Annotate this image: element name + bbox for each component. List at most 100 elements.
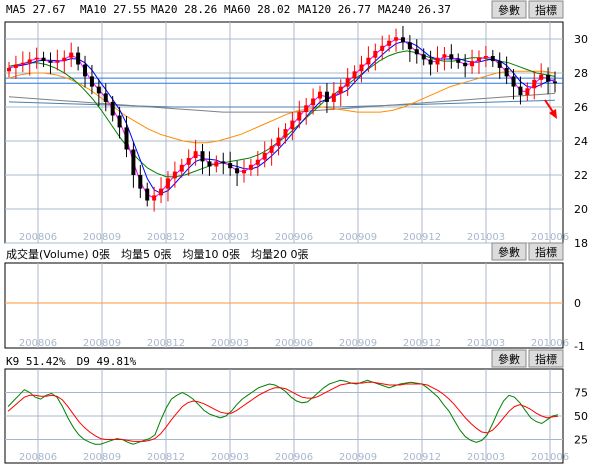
volume-params-button[interactable]: 參數 (491, 242, 527, 261)
candle-down (145, 188, 150, 201)
candle-up (159, 188, 164, 196)
candle-down (511, 76, 516, 87)
price-params-button[interactable]: 參數 (491, 0, 527, 19)
candle-down (456, 59, 461, 63)
candle-down (553, 81, 557, 84)
legend-ma240: MA240 26.37 (378, 3, 451, 16)
candle-up (214, 161, 219, 167)
candle-up (152, 195, 157, 201)
candle-up (269, 146, 274, 153)
x-tick-label: 200906 (275, 452, 313, 463)
x-tick-label: 201003 (467, 452, 505, 463)
candle-up (255, 159, 260, 165)
candle-up (435, 57, 440, 65)
legend-ma120: MA120 26.77 (298, 3, 371, 16)
x-tick-label: 200912 (403, 452, 441, 463)
kd-y-tick-label: 50 (574, 410, 588, 423)
kd-params-label: 參數 (498, 352, 520, 366)
candle-down (117, 115, 122, 128)
candle-up (248, 164, 253, 170)
x-tick-label: 200903 (211, 338, 249, 349)
candle-down (124, 127, 129, 150)
candle-down (546, 74, 551, 82)
candle-up (276, 137, 281, 147)
x-tick-label: 200903 (211, 452, 249, 463)
x-tick-label: 200812 (147, 232, 185, 243)
volume-y-tick-label: 0 (574, 297, 581, 310)
kd-params-button[interactable]: 參數 (491, 349, 527, 368)
legend-ma60: MA60 28.02 (224, 3, 290, 16)
x-tick-label: 200906 (275, 232, 313, 243)
legend-ma10: MA10 27.55 (80, 3, 146, 16)
volume-indicator-label: 指標 (535, 245, 557, 259)
candle-down (421, 54, 426, 60)
candle-up (262, 152, 267, 160)
candle-up (338, 86, 343, 94)
kd-y-axis: 75 50 25 (574, 387, 588, 447)
candle-up (359, 64, 364, 72)
kd-legend: K9 51.42% D9 49.81% (6, 355, 137, 368)
price-panel: MA5 27.67 MA10 27.55 MA20 28.26 MA60 28.… (4, 0, 588, 250)
chart-canvas: MA5 27.67 MA10 27.55 MA20 28.26 MA60 28.… (0, 0, 600, 465)
candle-down (200, 151, 205, 162)
price-y-tick-label: 22 (574, 169, 588, 182)
price-y-tick-label: 18 (574, 237, 588, 250)
price-x-axis: 200806 200809 200812 200903 200906 200909 2009… (19, 232, 569, 243)
price-params-label: 參數 (498, 3, 520, 17)
candle-up (352, 71, 357, 79)
candle-up (366, 57, 371, 65)
candle-up (165, 178, 170, 189)
volume-plot-area (4, 262, 564, 349)
price-indicator-label: 指標 (535, 3, 557, 17)
candle-up (442, 54, 447, 58)
candle-down (89, 76, 94, 87)
candle-up (172, 171, 177, 179)
candle-down (497, 61, 502, 68)
candle-up (483, 56, 488, 58)
candle-up (69, 52, 74, 58)
x-tick-label: 200912 (403, 232, 441, 243)
volume-x-axis: 200806 200809 200812 200903 200906 200909 2009… (19, 338, 569, 349)
x-tick-label: 200806 (19, 338, 57, 349)
price-indicator-button[interactable]: 指標 (528, 0, 564, 19)
candle-up (532, 79, 537, 89)
volume-indicator-button[interactable]: 指標 (528, 242, 564, 261)
x-tick-label: 200903 (211, 232, 249, 243)
candle-up (373, 50, 378, 58)
price-y-tick-label: 20 (574, 203, 588, 216)
candle-down (221, 161, 226, 164)
x-tick-label: 200912 (403, 338, 441, 349)
candle-up (62, 57, 67, 62)
candle-up (13, 64, 18, 68)
candle-down (428, 59, 433, 65)
x-tick-label: 201003 (467, 232, 505, 243)
candle-up (394, 37, 399, 41)
candle-up (27, 59, 32, 63)
candle-up (179, 164, 184, 172)
price-y-tick-label: 24 (574, 135, 588, 148)
x-tick-label: 200809 (83, 232, 121, 243)
candle-down (41, 57, 46, 62)
volume-params-label: 參數 (498, 245, 520, 259)
candle-up (345, 78, 350, 87)
candle-down (103, 93, 108, 102)
candle-down (83, 64, 88, 77)
candle-up (525, 88, 530, 96)
candle-down (324, 91, 329, 102)
x-tick-label: 201003 (467, 338, 505, 349)
candle-down (414, 49, 419, 55)
candle-up (318, 91, 323, 99)
candle-down (207, 161, 212, 167)
candle-down (131, 149, 136, 175)
x-tick-label: 200906 (275, 338, 313, 349)
candle-down (400, 37, 405, 43)
candle-up (7, 67, 11, 72)
kd-y-tick-label: 25 (574, 434, 588, 447)
candle-down (138, 175, 143, 189)
x-tick-label: 200909 (339, 452, 377, 463)
kd-indicator-button[interactable]: 指標 (528, 349, 564, 368)
x-tick-label: 201006 (531, 232, 569, 243)
x-tick-label: 201006 (531, 338, 569, 349)
candle-down (449, 54, 454, 60)
candle-up (297, 112, 302, 121)
